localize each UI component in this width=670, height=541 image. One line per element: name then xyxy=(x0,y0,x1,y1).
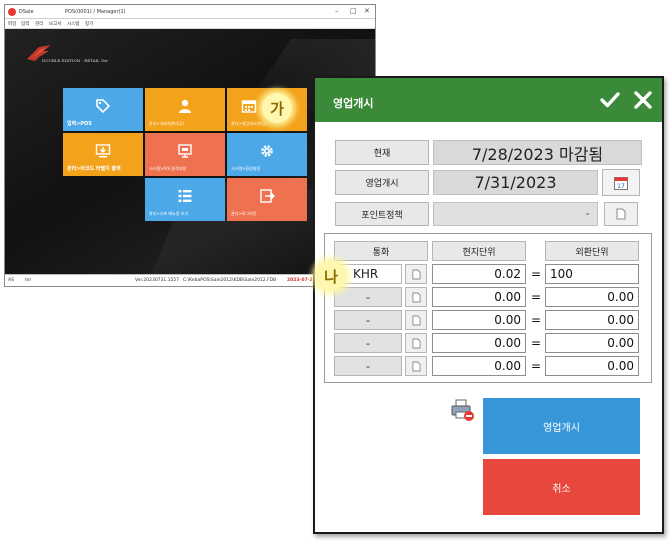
calendar-icon: 17 xyxy=(614,176,628,190)
maximize-icon[interactable]: □ xyxy=(350,7,357,15)
tile-label: 시스템>A/S 원격지원 xyxy=(149,166,187,171)
document-icon xyxy=(411,361,421,371)
status-as: AS xyxy=(8,278,14,283)
marker-na: 나 xyxy=(316,261,346,291)
tile-label: 입력>POS xyxy=(67,121,92,127)
dialog-title: 영업개시 xyxy=(333,97,374,110)
currency-doc-button[interactable] xyxy=(405,287,427,307)
business-open-dialog: 영업개시 현재 7/28/2023 마감됨 영업개시 7/31/2023 17 … xyxy=(313,76,664,534)
local-unit-input[interactable]: 0.00 xyxy=(432,310,526,330)
currency-doc-button[interactable] xyxy=(405,356,427,376)
header-exchange-unit: 외환단위 xyxy=(545,241,639,261)
menu-report[interactable]: 보고서 xyxy=(49,21,61,27)
list-icon xyxy=(178,190,192,203)
exchange-unit-input[interactable]: 0.00 xyxy=(545,310,639,330)
calendar-button[interactable]: 17 xyxy=(602,169,640,196)
close-icon[interactable] xyxy=(630,87,656,113)
chevron-down-icon: ⌄ xyxy=(584,208,591,217)
tile-label: 관리>기초 메뉴얼 보기 xyxy=(149,211,189,216)
current-label: 현재 xyxy=(335,140,429,165)
dialog-header: 영업개시 xyxy=(315,78,662,122)
currency-cell[interactable]: - xyxy=(334,287,402,307)
presentation-icon xyxy=(178,144,192,158)
menu-system[interactable]: 시스템 xyxy=(67,21,79,27)
document-icon xyxy=(411,315,421,325)
header-currency: 통화 xyxy=(334,241,428,261)
screenshot-root: DSale POS(0001) / Manager(1) – □ ✕ 파일 입력… xyxy=(0,0,670,541)
logout-icon xyxy=(260,189,275,203)
tile-label: 관리>거래처관리(2) xyxy=(149,121,184,126)
menu-input[interactable]: 입력 xyxy=(21,21,29,27)
minimize-icon[interactable]: – xyxy=(335,7,339,15)
svg-text:17: 17 xyxy=(617,183,625,190)
open-business-button[interactable]: 영업개시 xyxy=(483,398,640,454)
equals-sign: = xyxy=(531,336,542,350)
local-unit-input[interactable]: 0.02 xyxy=(432,264,526,284)
tile-settings[interactable]: 시스템>환경설정 xyxy=(227,133,307,176)
currency-cell[interactable]: - xyxy=(334,310,402,330)
local-unit-input[interactable]: 0.00 xyxy=(432,333,526,353)
printer-disabled-icon[interactable] xyxy=(450,398,476,422)
tile-logout[interactable]: 관리>로그아웃 xyxy=(227,178,307,221)
marker-ga: 가 xyxy=(262,93,292,123)
gear-icon xyxy=(261,145,273,157)
local-unit-input[interactable]: 0.00 xyxy=(432,356,526,376)
open-date-value[interactable]: 7/31/2023 xyxy=(433,170,598,195)
tile-label: 관리>영업개시(마감) xyxy=(231,121,267,126)
currency-doc-button[interactable] xyxy=(405,264,427,284)
equals-sign: = xyxy=(531,359,542,373)
header-local-unit: 현지단위 xyxy=(432,241,526,261)
pos-menubar: 파일 입력 관리 보고서 시스템 창기 xyxy=(5,19,375,29)
tile-pos[interactable]: 입력>POS xyxy=(63,88,143,131)
pos-window-title: DSale xyxy=(19,9,34,15)
pos-window-subtitle: POS(0001) / Manager(1) xyxy=(65,9,126,15)
equals-sign: = xyxy=(531,290,542,304)
open-date-label: 영업개시 xyxy=(335,170,429,195)
menu-file[interactable]: 파일 xyxy=(8,21,16,27)
calendar-icon xyxy=(241,100,257,113)
user-icon xyxy=(179,99,191,114)
window-close-icon[interactable]: ✕ xyxy=(364,7,370,15)
exchange-unit-input[interactable]: 0.00 xyxy=(545,287,639,307)
document-icon xyxy=(411,269,421,279)
status-date: 2023-07-28 xyxy=(287,278,316,283)
point-policy-doc-button[interactable] xyxy=(604,202,638,226)
exchange-unit-input[interactable]: 0.00 xyxy=(545,333,639,353)
point-policy-label: 포인트정책 xyxy=(335,202,429,226)
equals-sign: = xyxy=(531,267,542,281)
currency-cell[interactable]: - xyxy=(334,333,402,353)
cancel-button[interactable]: 취소 xyxy=(483,459,640,515)
status-version: Ver.20230731.1557 xyxy=(135,278,180,283)
menu-manage[interactable]: 관리 xyxy=(35,21,43,27)
pos-titlebar: DSale POS(0001) / Manager(1) – □ ✕ xyxy=(5,5,375,19)
logo-text: DOUBLE EDITION · RETAIL Ver xyxy=(42,58,108,63)
equals-sign: = xyxy=(531,313,542,327)
download-screen-icon xyxy=(95,144,111,158)
document-icon xyxy=(411,338,421,348)
point-policy-select[interactable]: ⌄ xyxy=(433,202,598,226)
document-icon xyxy=(411,292,421,302)
tile-barcode-label[interactable]: 관리>바코드 라벨지 출력 xyxy=(63,133,143,176)
tile-label: 시스템>환경설정 xyxy=(231,166,261,171)
local-unit-input[interactable]: 0.00 xyxy=(432,287,526,307)
tile-label: 관리>로그아웃 xyxy=(231,211,257,216)
tag-icon xyxy=(96,99,111,114)
currency-doc-button[interactable] xyxy=(405,310,427,330)
exchange-unit-input[interactable]: 100 xyxy=(545,264,639,284)
currency-doc-button[interactable] xyxy=(405,333,427,353)
current-date-value: 7/28/2023 마감됨 xyxy=(433,140,642,165)
app-icon xyxy=(8,8,16,16)
document-icon xyxy=(616,208,626,220)
tile-manual[interactable]: 관리>기초 메뉴얼 보기 xyxy=(145,178,225,221)
exchange-unit-input[interactable]: 0.00 xyxy=(545,356,639,376)
currency-cell[interactable]: - xyxy=(334,356,402,376)
menu-window[interactable]: 창기 xyxy=(85,21,93,27)
exchange-rate-grid: 통화 현지단위 외환단위 KHR 0.02 = 100 - 0.00 = 0.0… xyxy=(324,233,652,383)
status-tel: tel xyxy=(25,278,31,283)
status-db-path: C:\KebaPOS\Sale2012\KDB\Sale2012.FDB xyxy=(183,278,277,283)
tile-label: 관리>바코드 라벨지 출력 xyxy=(67,166,121,172)
tile-customers[interactable]: 관리>거래처관리(2) xyxy=(145,88,225,131)
check-icon[interactable] xyxy=(597,87,623,113)
tile-remote-support[interactable]: 시스템>A/S 원격지원 xyxy=(145,133,225,176)
